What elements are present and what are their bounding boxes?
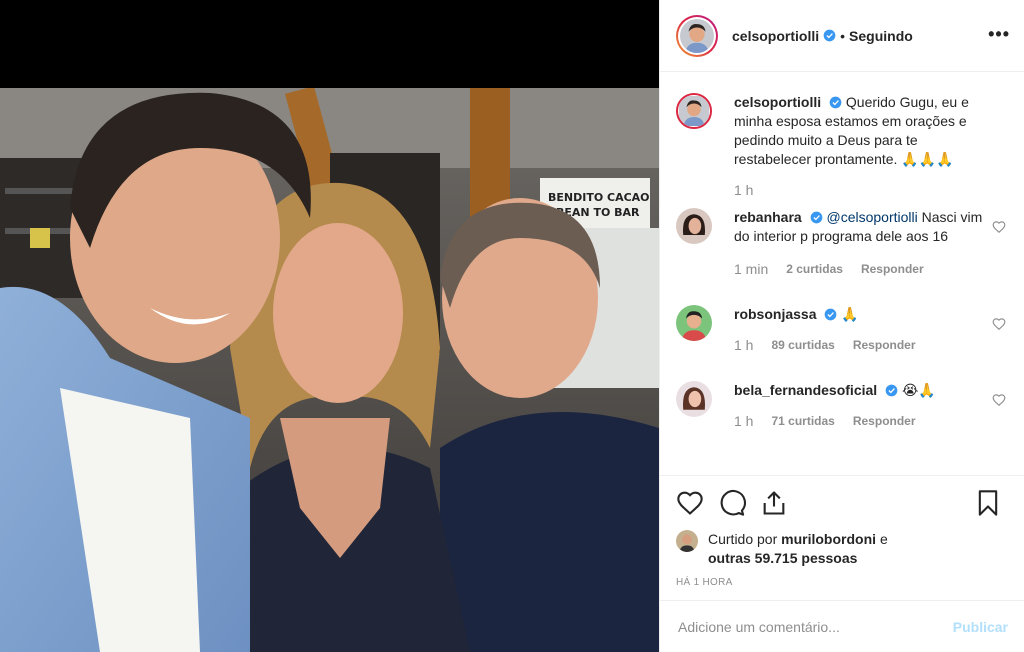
comment-username[interactable]: bela_fernandesoficial: [734, 382, 877, 398]
comment-avatar[interactable]: [676, 381, 712, 417]
post-sidebar: celsoportiolli • Seguindo ••• celsoporti…: [659, 0, 1024, 652]
liked-by-user[interactable]: murilobordoni: [781, 531, 876, 547]
caption-username[interactable]: celsoportiolli: [734, 94, 821, 110]
following-button[interactable]: Seguindo: [849, 28, 913, 44]
post-photo[interactable]: BENDITO CACAO BEAN TO BAR: [0, 88, 659, 652]
add-comment-bar: Publicar: [660, 600, 1024, 652]
caption: celsoportiolli Querido Gugu, eu e minha …: [676, 93, 1008, 200]
share-icon[interactable]: [760, 489, 788, 517]
sign-text-1: BENDITO CACAO: [548, 191, 650, 204]
verified-badge-icon: [825, 308, 837, 321]
photo-illustration: BENDITO CACAO BEAN TO BAR: [0, 88, 659, 652]
comment-text: 🙏: [841, 306, 859, 322]
more-options-icon[interactable]: •••: [988, 24, 1010, 45]
like-comment-heart-icon[interactable]: [992, 220, 1006, 234]
caption-avatar[interactable]: [676, 93, 712, 129]
liker-avatar-image: [676, 530, 698, 552]
liker-avatar[interactable]: [676, 530, 698, 552]
comments-list[interactable]: celsoportiolli Querido Gugu, eu e minha …: [660, 73, 1024, 475]
liked-by-others[interactable]: outras 59.715 pessoas: [708, 550, 857, 566]
post-photo-pane: BENDITO CACAO BEAN TO BAR: [0, 0, 659, 652]
comment-username[interactable]: rebanhara: [734, 209, 802, 225]
comment-avatar[interactable]: [676, 208, 712, 244]
separator-dot: •: [840, 27, 846, 44]
verified-badge-icon: [823, 29, 836, 42]
action-icons-row: [676, 476, 1008, 530]
reply-button[interactable]: Responder: [861, 260, 924, 279]
comment-time[interactable]: 1 h: [734, 412, 753, 431]
comment-time[interactable]: 1 h: [734, 336, 753, 355]
comment-text: 😭🙏: [901, 382, 936, 398]
comment-likes[interactable]: 89 curtidas: [771, 336, 834, 355]
comment-time[interactable]: 1 min: [734, 260, 768, 279]
comment-avatar-image: [676, 208, 712, 244]
like-comment-heart-icon[interactable]: [992, 393, 1006, 407]
caption-time[interactable]: 1 h: [734, 181, 753, 200]
post-actions: Curtido por murilobordoni e outras 59.71…: [660, 475, 1024, 600]
comment-avatar[interactable]: [676, 305, 712, 341]
publish-button[interactable]: Publicar: [953, 619, 1008, 635]
post-header: celsoportiolli • Seguindo •••: [660, 0, 1024, 72]
reply-button[interactable]: Responder: [853, 412, 916, 431]
comment-mention[interactable]: @celsoportiolli: [826, 209, 917, 225]
author-avatar[interactable]: [676, 14, 718, 57]
caption-avatar-image: [679, 96, 709, 126]
comment-likes[interactable]: 71 curtidas: [771, 412, 834, 431]
liked-by-conj: e: [879, 531, 888, 547]
comment-avatar-image: [676, 305, 712, 341]
likes-summary: Curtido por murilobordoni e outras 59.71…: [676, 530, 1008, 568]
author-username[interactable]: celsoportiolli: [732, 28, 819, 44]
save-bookmark-icon[interactable]: [974, 489, 1002, 517]
liked-by-prefix: Curtido por: [708, 531, 778, 547]
verified-badge-icon: [829, 96, 842, 109]
comment-input[interactable]: [678, 618, 953, 635]
verified-badge-icon: [810, 211, 822, 224]
comment-item: bela_fernandesoficial 😭🙏 1 h 71 curtidas…: [676, 381, 1008, 431]
like-heart-icon[interactable]: [676, 489, 704, 517]
like-comment-heart-icon[interactable]: [992, 317, 1006, 331]
comment-item: robsonjassa 🙏 1 h 89 curtidas Responder: [676, 305, 1008, 355]
comment-item: rebanhara @celsoportiolli Nasci vim do i…: [676, 208, 1008, 279]
comment-likes[interactable]: 2 curtidas: [786, 260, 843, 279]
verified-badge-icon: [885, 384, 898, 397]
comment-avatar-image: [676, 381, 712, 417]
post-timestamp[interactable]: HÁ 1 HORA: [676, 577, 1008, 588]
reply-button[interactable]: Responder: [853, 336, 916, 355]
comment-username[interactable]: robsonjassa: [734, 306, 816, 322]
comment-bubble-icon[interactable]: [718, 489, 746, 517]
author-avatar-image: [680, 18, 714, 53]
